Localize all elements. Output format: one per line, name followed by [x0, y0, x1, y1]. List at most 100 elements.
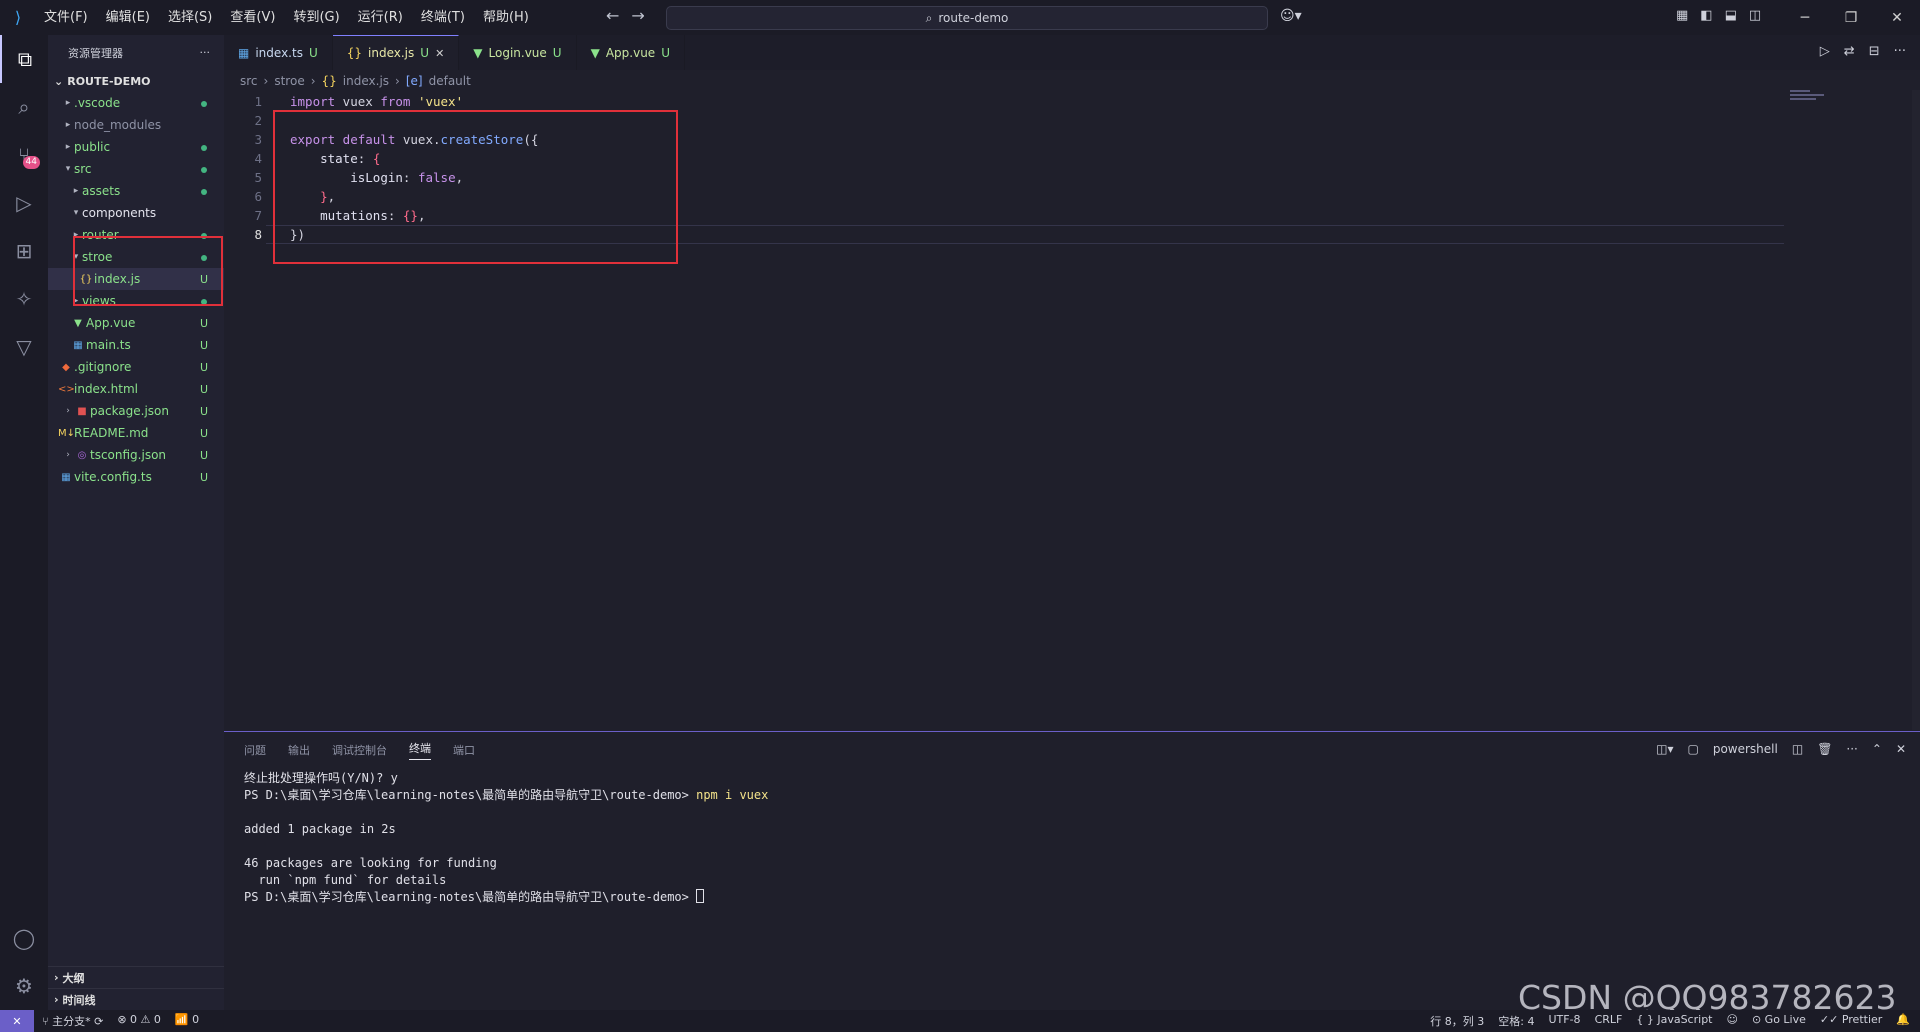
tree-item-readme[interactable]: M↓ README.md U [48, 422, 224, 444]
close-window-icon[interactable]: ✕ [1874, 0, 1920, 35]
tab-debug-console[interactable]: 调试控制台 [332, 742, 387, 758]
new-terminal-dropdown-icon[interactable]: ◫▾ [1656, 742, 1673, 756]
minimap[interactable] [1790, 90, 1830, 110]
vue-file-icon: ▼ [473, 45, 483, 60]
tab-app-vue[interactable]: ▼ App.vue U [577, 35, 685, 70]
tree-item-public[interactable]: ▸ public [48, 136, 224, 158]
tree-item-index-html[interactable]: <> index.html U [48, 378, 224, 400]
breadcrumb-symbol[interactable]: default [429, 74, 471, 88]
trash-icon[interactable]: 🗑 [1817, 742, 1832, 756]
run-debug-icon[interactable]: ▷ [0, 179, 48, 227]
split-terminal-icon[interactable]: ◫ [1792, 742, 1803, 756]
maximize-panel-icon[interactable]: ⌃ [1872, 742, 1882, 756]
terminal-output[interactable]: 终止批处理操作吗(Y/N)? y PS D:\桌面\学习仓库\learning-… [224, 768, 1920, 906]
search-view-icon[interactable]: ⌕ [0, 83, 48, 131]
menu-selection[interactable]: 选择(S) [160, 0, 220, 35]
ports-indicator[interactable]: 📶 0 [175, 1013, 199, 1029]
notifications-bell-icon[interactable]: 🔔 [1896, 1013, 1910, 1029]
tree-item-vite-config[interactable]: ▦ vite.config.ts U [48, 466, 224, 488]
close-panel-icon[interactable]: ✕ [1896, 742, 1906, 756]
menu-terminal[interactable]: 终端(T) [413, 0, 473, 35]
cursor-position[interactable]: 行 8，列 3 [1430, 1013, 1484, 1029]
more-actions-icon[interactable]: ··· [1894, 44, 1906, 59]
customize-layout-icon[interactable]: ▦ [1676, 8, 1688, 23]
go-live-button[interactable]: ⊙ Go Live [1752, 1013, 1806, 1029]
more-actions-icon[interactable]: ··· [200, 46, 211, 59]
minimize-icon[interactable]: ─ [1782, 0, 1828, 35]
chevron-down-icon: ▾ [73, 208, 79, 218]
editor-scrollbar[interactable] [1912, 90, 1920, 730]
toggle-sidebar-icon[interactable]: ◧ [1700, 8, 1712, 23]
tree-item-tsconfig[interactable]: › ◎ tsconfig.json U [48, 444, 224, 466]
back-arrow-icon[interactable]: ← [606, 6, 619, 25]
tab-index-js[interactable]: {} index.js U ✕ [332, 35, 460, 70]
menu-help[interactable]: 帮助(H) [475, 0, 537, 35]
shell-name[interactable]: powershell [1713, 742, 1778, 756]
restore-icon[interactable]: ❐ [1828, 0, 1874, 35]
toggle-panel-icon[interactable]: ⬓ [1725, 8, 1737, 23]
project-root[interactable]: ⌄ ROUTE-DEMO [48, 70, 224, 92]
encoding[interactable]: UTF-8 [1548, 1013, 1580, 1029]
source-control-icon[interactable]: ⑂ 44 [0, 131, 48, 179]
tab-ports[interactable]: 端口 [453, 742, 475, 758]
copilot-icon[interactable]: ☺▾ [1280, 8, 1302, 24]
more-actions-icon[interactable]: ··· [1846, 742, 1857, 756]
tree-item-node-modules[interactable]: ▸ node_modules [48, 114, 224, 136]
menu-go[interactable]: 转到(G) [285, 0, 347, 35]
tree-item-src[interactable]: ▾ src [48, 158, 224, 180]
remote-explorer-icon[interactable]: ✧ [0, 275, 48, 323]
tree-item-components[interactable]: ▾ components [48, 202, 224, 224]
toggle-secondary-sidebar-icon[interactable]: ◫ [1749, 8, 1761, 23]
tab-terminal[interactable]: 终端 [409, 740, 431, 760]
tree-item-package-json[interactable]: › ■ package.json U [48, 400, 224, 422]
tab-output[interactable]: 输出 [288, 742, 310, 758]
explorer-icon[interactable]: ⧉ [0, 35, 48, 83]
tree-item-vscode[interactable]: ▸ .vscode [48, 92, 224, 114]
tab-login-vue[interactable]: ▼ Login.vue U [459, 35, 577, 70]
chevron-right-icon: › [66, 406, 70, 416]
command-center-search[interactable]: ⌕ route-demo [666, 6, 1268, 30]
menu-run[interactable]: 运行(R) [350, 0, 411, 35]
close-tab-icon[interactable]: ✕ [435, 47, 444, 60]
menu-view[interactable]: 查看(V) [222, 0, 283, 35]
tab-index-ts[interactable]: ▦ index.ts U [224, 35, 333, 70]
remote-indicator-icon[interactable]: ✕ [0, 1010, 34, 1032]
problems-indicator[interactable]: ⊗ 0 ⚠ 0 [117, 1013, 161, 1029]
search-icon: ⌕ [925, 10, 933, 25]
js-file-icon: {} [321, 74, 337, 88]
status-badge: U [199, 404, 209, 418]
breadcrumb-src[interactable]: src [240, 74, 258, 88]
vue-devtools-icon[interactable]: ▽ [0, 323, 48, 371]
status-dot [198, 163, 210, 176]
compare-changes-icon[interactable]: ⇄ [1844, 44, 1855, 59]
forward-arrow-icon[interactable]: → [631, 6, 644, 25]
outline-section[interactable]: › 大纲 [48, 966, 224, 988]
timeline-section[interactable]: › 时间线 [48, 988, 224, 1010]
highlight-box-code [273, 110, 678, 264]
markdown-file-icon: M↓ [58, 427, 76, 439]
tab-problems[interactable]: 问题 [244, 742, 266, 758]
layout-controls: ▦ ◧ ⬓ ◫ [1676, 8, 1761, 23]
indentation[interactable]: 空格: 4 [1498, 1013, 1534, 1029]
tree-item-app-vue[interactable]: ▼ App.vue U [48, 312, 224, 334]
split-editor-icon[interactable]: ⊟ [1869, 44, 1880, 59]
settings-gear-icon[interactable]: ⚙ [0, 962, 48, 1010]
menu-edit[interactable]: 编辑(E) [98, 0, 158, 35]
breadcrumb-stroe[interactable]: stroe [274, 74, 304, 88]
tree-item-main-ts[interactable]: ▦ main.ts U [48, 334, 224, 356]
language-mode[interactable]: { } JavaScript [1636, 1013, 1712, 1029]
breadcrumb-file[interactable]: index.js [343, 74, 389, 88]
tree-item-gitignore[interactable]: ◆ .gitignore U [48, 356, 224, 378]
tree-item-assets[interactable]: ▸ assets [48, 180, 224, 202]
line-endings[interactable]: CRLF [1595, 1013, 1623, 1029]
menu-file[interactable]: 文件(F) [36, 0, 96, 35]
terminal-line: added 1 package in 2s [244, 822, 396, 836]
prettier-button[interactable]: ✓✓ Prettier [1820, 1013, 1882, 1029]
account-icon[interactable]: ◯ [0, 914, 48, 962]
extensions-icon[interactable]: ⊞ [0, 227, 48, 275]
run-icon[interactable]: ▷ [1820, 44, 1830, 59]
copilot-status-icon[interactable]: ☺ [1726, 1013, 1737, 1029]
title-bar: ⟩ 文件(F) 编辑(E) 选择(S) 查看(V) 转到(G) 运行(R) 终端… [0, 0, 1920, 35]
branch-indicator[interactable]: ⑂ 主分支* ⟳ [42, 1013, 103, 1029]
